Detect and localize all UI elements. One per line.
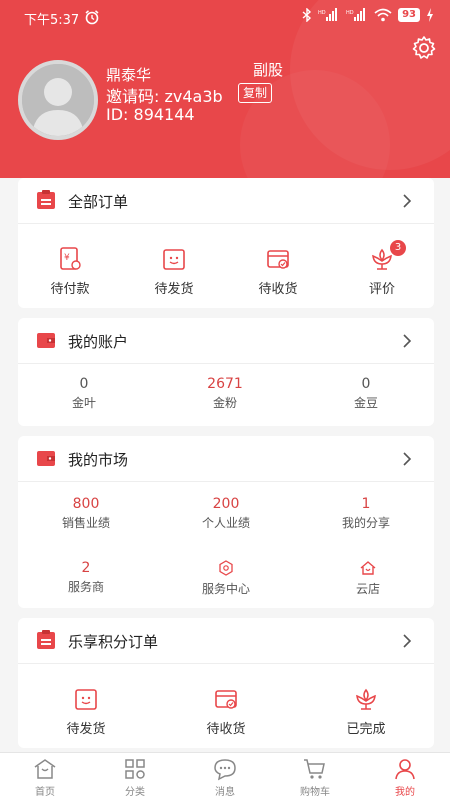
charging-icon bbox=[427, 8, 433, 22]
status-time: 下午5:37 bbox=[24, 13, 80, 28]
service-center-icon bbox=[219, 560, 233, 576]
market-card: 我的市场 800 销售业绩 200 个人业绩 1 我的分享 2 服务商 服务中心… bbox=[18, 436, 434, 608]
chevron-right-icon bbox=[403, 334, 412, 348]
order-clipboard-icon bbox=[37, 630, 55, 649]
market-label: 服务中心 bbox=[201, 582, 250, 596]
account-label: 金叶 bbox=[71, 396, 96, 410]
market-value: 1 bbox=[361, 496, 371, 512]
wallet-icon bbox=[37, 451, 55, 466]
market-value: 2 bbox=[81, 560, 91, 576]
chevron-right-icon bbox=[403, 634, 412, 648]
username: 鼎泰华 bbox=[106, 66, 152, 84]
market-cloud-store[interactable]: 云店 bbox=[332, 560, 404, 597]
card-title: 我的账户 bbox=[68, 333, 129, 351]
points-order-completed[interactable]: 已完成 bbox=[316, 686, 416, 737]
completed-icon bbox=[356, 688, 376, 710]
points-orders-header[interactable]: 乐享积分订单 bbox=[18, 618, 434, 664]
default-avatar-icon bbox=[22, 64, 94, 136]
orders-header[interactable]: 全部订单 bbox=[18, 178, 434, 224]
status-bar: 下午5:37 HD HD 93 bbox=[0, 0, 450, 34]
market-label: 我的分享 bbox=[341, 516, 390, 530]
market-label: 云店 bbox=[355, 582, 380, 596]
account-gold-bean[interactable]: 0 金豆 bbox=[316, 376, 416, 411]
chevron-right-icon bbox=[403, 452, 412, 466]
market-my-shares[interactable]: 1 我的分享 bbox=[316, 496, 416, 531]
market-sales-performance[interactable]: 800 销售业绩 bbox=[36, 496, 136, 531]
pending-payment-icon: ¥ bbox=[60, 247, 81, 270]
points-order-pending-shipment[interactable]: 待发货 bbox=[36, 686, 136, 737]
svg-text:¥: ¥ bbox=[64, 253, 70, 263]
pending-receipt-icon bbox=[215, 690, 237, 709]
order-review[interactable]: 3 评价 bbox=[332, 240, 432, 297]
tab-cart[interactable]: 购物车 bbox=[285, 757, 345, 798]
chevron-right-icon bbox=[403, 194, 412, 208]
account-value: 0 bbox=[79, 376, 89, 392]
wifi-icon bbox=[374, 8, 392, 22]
market-label: 服务商 bbox=[67, 580, 104, 594]
order-clipboard-icon bbox=[37, 190, 55, 209]
orders-card: 全部订单 ¥ 待付款 待发货 待收货 3 评价 bbox=[18, 178, 434, 308]
market-service-center[interactable]: 服务中心 bbox=[176, 560, 276, 597]
market-label: 个人业绩 bbox=[201, 516, 250, 530]
cloud-store-icon bbox=[360, 561, 376, 575]
profile-header: 下午5:37 HD HD 93 鼎泰华 副股 邀请码: zv4a3b 复制 ID… bbox=[0, 0, 450, 178]
invite-code: 邀请码: zv4a3b bbox=[106, 87, 223, 106]
market-value: 800 bbox=[72, 496, 100, 512]
signal-icon: HD bbox=[346, 8, 366, 21]
wallet-icon bbox=[37, 333, 55, 348]
card-title: 全部订单 bbox=[68, 193, 129, 211]
market-service-provider[interactable]: 2 服务商 bbox=[36, 560, 136, 595]
market-header[interactable]: 我的市场 bbox=[18, 436, 434, 482]
card-title: 乐享积分订单 bbox=[68, 633, 159, 651]
card-title: 我的市场 bbox=[68, 451, 129, 469]
avatar[interactable] bbox=[18, 60, 98, 140]
cart-icon bbox=[304, 759, 325, 779]
pending-receipt-icon bbox=[267, 250, 289, 269]
account-label: 金粉 bbox=[212, 396, 237, 410]
battery-indicator: 93 bbox=[398, 8, 420, 22]
alarm-icon bbox=[85, 10, 99, 25]
tab-mine[interactable]: 我的 bbox=[375, 757, 435, 798]
member-role: 副股 bbox=[253, 61, 284, 79]
pending-shipment-icon bbox=[163, 249, 185, 270]
user-id: ID: 894144 bbox=[106, 105, 195, 124]
bottom-tab-bar: 首页 分类 消息 购物车 我的 bbox=[0, 752, 450, 800]
status-icons: HD HD 93 bbox=[302, 8, 434, 22]
order-pending-receipt[interactable]: 待收货 bbox=[228, 246, 328, 297]
market-value: 200 bbox=[212, 496, 240, 512]
account-card: 我的账户 0 金叶 2671 金粉 0 金豆 bbox=[18, 318, 434, 426]
review-count-badge: 3 bbox=[390, 240, 406, 256]
account-value: 0 bbox=[361, 376, 371, 392]
order-pending-shipment[interactable]: 待发货 bbox=[124, 246, 224, 297]
tab-messages[interactable]: 消息 bbox=[195, 757, 255, 798]
account-value: 2671 bbox=[207, 376, 243, 392]
svg-text:HD: HD bbox=[346, 10, 354, 16]
market-personal-performance[interactable]: 200 个人业绩 bbox=[176, 496, 276, 531]
market-label: 销售业绩 bbox=[61, 516, 110, 530]
tab-category[interactable]: 分类 bbox=[105, 757, 165, 798]
bluetooth-icon bbox=[302, 8, 312, 22]
settings-gear-icon[interactable] bbox=[410, 34, 438, 62]
user-icon bbox=[395, 759, 415, 780]
order-pending-payment[interactable]: ¥ 待付款 bbox=[20, 246, 120, 297]
points-orders-card: 乐享积分订单 待发货 待收货 已完成 bbox=[18, 618, 434, 748]
signal-icon: HD bbox=[318, 8, 338, 21]
account-label: 金豆 bbox=[353, 396, 378, 410]
pending-shipment-icon bbox=[75, 689, 97, 710]
tab-home[interactable]: 首页 bbox=[15, 757, 75, 798]
account-gold-leaf[interactable]: 0 金叶 bbox=[34, 376, 134, 411]
copy-invite-button[interactable]: 复制 bbox=[238, 83, 273, 103]
points-order-pending-receipt[interactable]: 待收货 bbox=[176, 686, 276, 737]
account-gold-powder[interactable]: 2671 金粉 bbox=[175, 376, 275, 411]
message-icon bbox=[214, 759, 236, 781]
svg-text:HD: HD bbox=[318, 10, 326, 16]
category-grid-icon bbox=[125, 759, 145, 779]
home-icon bbox=[34, 759, 56, 779]
account-header[interactable]: 我的账户 bbox=[18, 318, 434, 364]
